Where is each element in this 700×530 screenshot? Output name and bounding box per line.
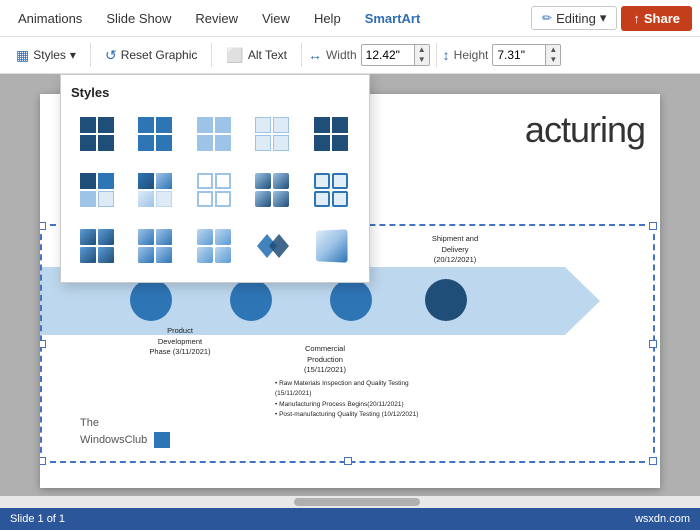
reset-graphic-button[interactable]: ↺ Reset Graphic [97,43,205,68]
editing-button[interactable]: ✏ Editing ▾ [531,6,617,30]
menu-smartart[interactable]: SmartArt [355,7,431,30]
styles-grid [71,108,359,272]
product-label: ProductDevelopmentPhase (3/11/2021) [135,326,225,358]
styles-dropdown: Styles [60,74,370,283]
handle-bl[interactable] [40,457,46,465]
style-item-7[interactable] [129,164,181,216]
status-website: wsxdn.com [635,513,690,525]
slide-area: acturing ProductDevelopmentPhase (3/11/2… [0,74,700,508]
menu-review[interactable]: Review [185,7,248,30]
watermark-icon [154,432,170,448]
style-item-12[interactable] [129,220,181,272]
alt-text-button[interactable]: ⬜ Alt Text [218,43,295,68]
watermark-line1: The [80,417,99,429]
separator-4 [436,43,437,67]
style-item-8[interactable] [188,164,240,216]
handle-tr[interactable] [649,222,657,230]
height-spin-up[interactable]: ▲ [546,45,560,55]
circle-3 [330,279,372,321]
height-input[interactable] [493,46,545,64]
shipment-label: Shipment andDelivery(20/12/2021) [410,234,500,266]
styles-button[interactable]: ▦ Styles ▾ [8,43,84,68]
height-input-wrap: ▲ ▼ [492,44,561,66]
style-item-9[interactable] [246,164,298,216]
chevron-down-icon: ▾ [600,10,607,26]
styles-label: Styles [33,48,66,62]
height-spin-down[interactable]: ▼ [546,55,560,65]
style-item-5[interactable] [305,108,357,160]
width-label: Width [326,48,357,62]
status-slide-info: Slide 1 of 1 [10,513,65,525]
width-spinners: ▲ ▼ [414,45,429,65]
height-field: ↕ Height ▲ ▼ [443,44,562,66]
chevron-down-icon: ▾ [70,48,76,62]
share-button[interactable]: ↑ Share [621,6,692,31]
width-icon: ↔ [308,47,322,63]
height-spinners: ▲ ▼ [545,45,560,65]
style-item-3[interactable] [188,108,240,160]
style-item-4[interactable] [246,108,298,160]
style-item-6[interactable] [71,164,123,216]
width-input[interactable] [362,46,414,64]
scrollbar-thumb[interactable] [294,498,420,506]
reset-icon: ↺ [105,47,117,64]
style-item-15[interactable] [305,220,357,272]
height-label: Height [454,48,489,62]
slide-title: acturing [525,109,645,151]
horizontal-scrollbar[interactable] [0,496,700,508]
style-item-14[interactable] [246,220,298,272]
handle-bm[interactable] [344,457,352,465]
style-item-10[interactable] [305,164,357,216]
bullet-3: • Post-manufacturing Quality Testing (10… [275,410,425,420]
handle-br[interactable] [649,457,657,465]
commercial-label: CommercialProduction(15/11/2021) [275,344,375,376]
style-item-13[interactable] [188,220,240,272]
separator-2 [211,43,212,67]
share-icon: ↑ [633,11,640,26]
circle-4 [425,279,467,321]
styles-icon: ▦ [16,47,29,64]
watermark-line2: WindowsClub [80,434,147,446]
height-icon: ↕ [443,47,450,63]
alt-text-label: Alt Text [248,48,287,62]
handle-tl[interactable] [40,222,46,230]
bullet-2: • Manufacturing Process Begins(20/11/202… [275,400,425,410]
styles-dropdown-title: Styles [71,85,359,100]
circle-1 [130,279,172,321]
handle-mr[interactable] [649,340,657,348]
menu-animations[interactable]: Animations [8,7,92,30]
ribbon: ▦ Styles ▾ ↺ Reset Graphic ⬜ Alt Text ↔ … [0,37,700,74]
width-input-wrap: ▲ ▼ [361,44,430,66]
separator-3 [301,43,302,67]
style-item-1[interactable] [71,108,123,160]
reset-graphic-label: Reset Graphic [121,48,198,62]
watermark: The WindowsClub [80,415,170,448]
share-label: Share [644,11,680,26]
alt-text-icon: ⬜ [226,47,243,64]
width-spin-up[interactable]: ▲ [415,45,429,55]
circle-2 [230,279,272,321]
bullet-1: • Raw Materials Inspection and Quality T… [275,379,425,400]
bullet-list: • Raw Materials Inspection and Quality T… [275,379,425,421]
menu-slideshow[interactable]: Slide Show [96,7,181,30]
status-right: wsxdn.com [635,513,690,525]
style-item-11[interactable] [71,220,123,272]
width-spin-down[interactable]: ▼ [415,55,429,65]
separator [90,43,91,67]
editing-label: Editing [556,11,596,26]
status-bar: Slide 1 of 1 wsxdn.com [0,508,700,530]
menu-view[interactable]: View [252,7,300,30]
style-item-2[interactable] [129,108,181,160]
width-field: ↔ Width ▲ ▼ [308,44,430,66]
menu-bar: Animations Slide Show Review View Help S… [0,0,700,37]
pencil-icon: ✏ [542,11,552,25]
menu-help[interactable]: Help [304,7,351,30]
